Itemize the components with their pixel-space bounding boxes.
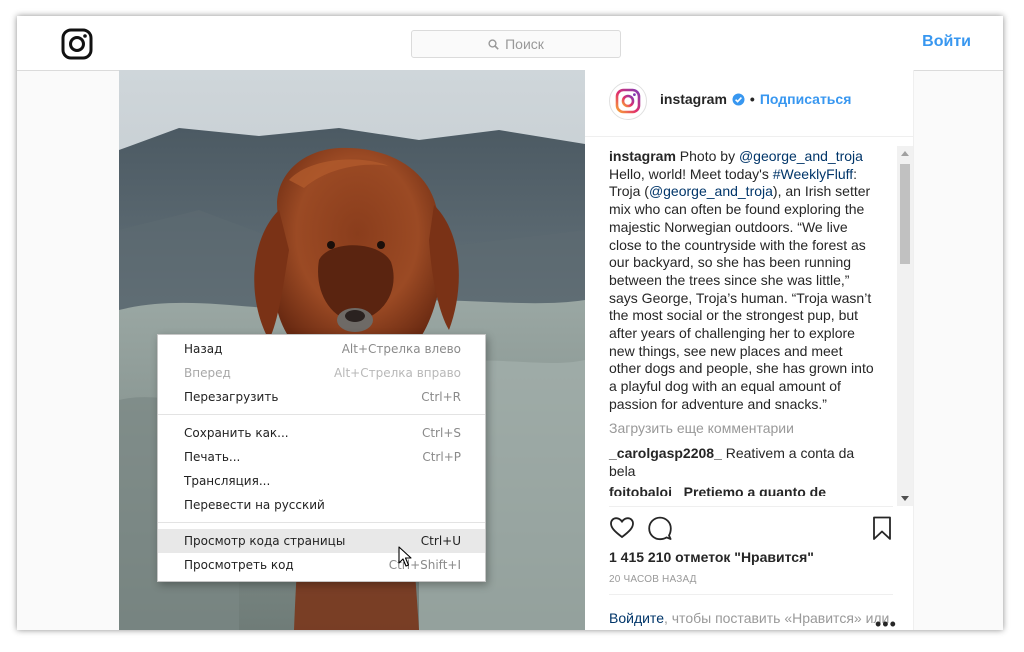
- menu-separator: [158, 414, 485, 415]
- menu-item-save-as[interactable]: Сохранить как... Ctrl+S: [158, 421, 485, 445]
- menu-item-translate[interactable]: Перевести на русский: [158, 493, 485, 517]
- menu-item-reload[interactable]: Перезагрузить Ctrl+R: [158, 385, 485, 409]
- login-button[interactable]: Войти: [922, 33, 971, 51]
- comment-item: _carolgasp2208_ Reativem a conta da bela: [609, 445, 855, 479]
- context-menu: Назад Alt+Стрелка влево Вперед Alt+Стрел…: [157, 334, 486, 582]
- login-prompt: Войдите, чтобы поставить «Нравится» или …: [609, 594, 893, 630]
- scroll-down-icon[interactable]: [901, 496, 909, 501]
- search-input[interactable]: Поиск: [411, 30, 621, 58]
- avatar[interactable]: [609, 82, 647, 120]
- menu-item-inspect[interactable]: Просмотреть код Ctrl+Shift+I: [158, 553, 485, 577]
- post-caption: instagram Photo by @george_and_troja Hel…: [609, 148, 874, 412]
- instagram-logo-icon[interactable]: [61, 28, 93, 60]
- bookmark-icon[interactable]: [869, 515, 895, 541]
- post-author-line: instagram • Подписаться: [660, 91, 851, 107]
- post-header: instagram • Подписаться: [585, 70, 913, 137]
- follow-button[interactable]: Подписаться: [760, 91, 852, 107]
- heart-icon[interactable]: [609, 515, 635, 541]
- comment-item-partial: foitobaloi_ Pretiemo a quanto de: [609, 483, 827, 496]
- mention-link[interactable]: @george_and_troja: [739, 148, 863, 164]
- instagram-avatar-icon: [615, 88, 641, 114]
- scroll-up-icon[interactable]: [901, 151, 909, 156]
- browser-page: Поиск Войти Назад Alt+Стрелка влево Впер…: [17, 16, 1003, 630]
- top-nav: Поиск Войти: [17, 16, 1003, 71]
- username-link[interactable]: instagram: [660, 91, 727, 107]
- menu-item-back[interactable]: Назад Alt+Стрелка влево: [158, 337, 485, 361]
- menu-item-cast[interactable]: Трансляция...: [158, 469, 485, 493]
- menu-item-forward[interactable]: Вперед Alt+Стрелка вправо: [158, 361, 485, 385]
- load-more-comments[interactable]: Загрузить еще комментарии: [609, 420, 877, 438]
- post-timestamp: 20 ЧАСОВ НАЗАД: [609, 574, 697, 585]
- comment-author[interactable]: _carolgasp2208_: [609, 445, 722, 461]
- verified-badge-icon: [732, 93, 745, 105]
- scrollbar-thumb[interactable]: [900, 164, 910, 264]
- mouse-cursor-icon: [398, 546, 412, 567]
- menu-separator: [158, 522, 485, 523]
- comments-scrollbar[interactable]: [897, 146, 913, 506]
- separator-dot: •: [749, 91, 755, 107]
- comments-list: instagram Photo by @george_and_troja Hel…: [609, 148, 877, 496]
- menu-item-view-source[interactable]: Просмотр кода страницы Ctrl+U: [158, 529, 485, 553]
- post-sidebar: instagram • Подписаться instagram Photo …: [585, 70, 914, 630]
- comment-icon[interactable]: [647, 515, 673, 541]
- caption-author[interactable]: instagram: [609, 148, 676, 164]
- search-placeholder: Поиск: [505, 36, 544, 52]
- post-photo[interactable]: Назад Alt+Стрелка влево Вперед Alt+Стрел…: [119, 70, 585, 630]
- menu-item-print[interactable]: Печать... Ctrl+P: [158, 445, 485, 469]
- hashtag-link[interactable]: #WeeklyFluff: [773, 166, 853, 182]
- likes-count[interactable]: 1 415 210 отметок "Нравится": [609, 549, 814, 565]
- more-options-icon[interactable]: •••: [875, 614, 897, 630]
- search-icon: [488, 38, 499, 50]
- login-link[interactable]: Войдите: [609, 610, 664, 626]
- mention-link[interactable]: @george_and_troja: [649, 183, 773, 199]
